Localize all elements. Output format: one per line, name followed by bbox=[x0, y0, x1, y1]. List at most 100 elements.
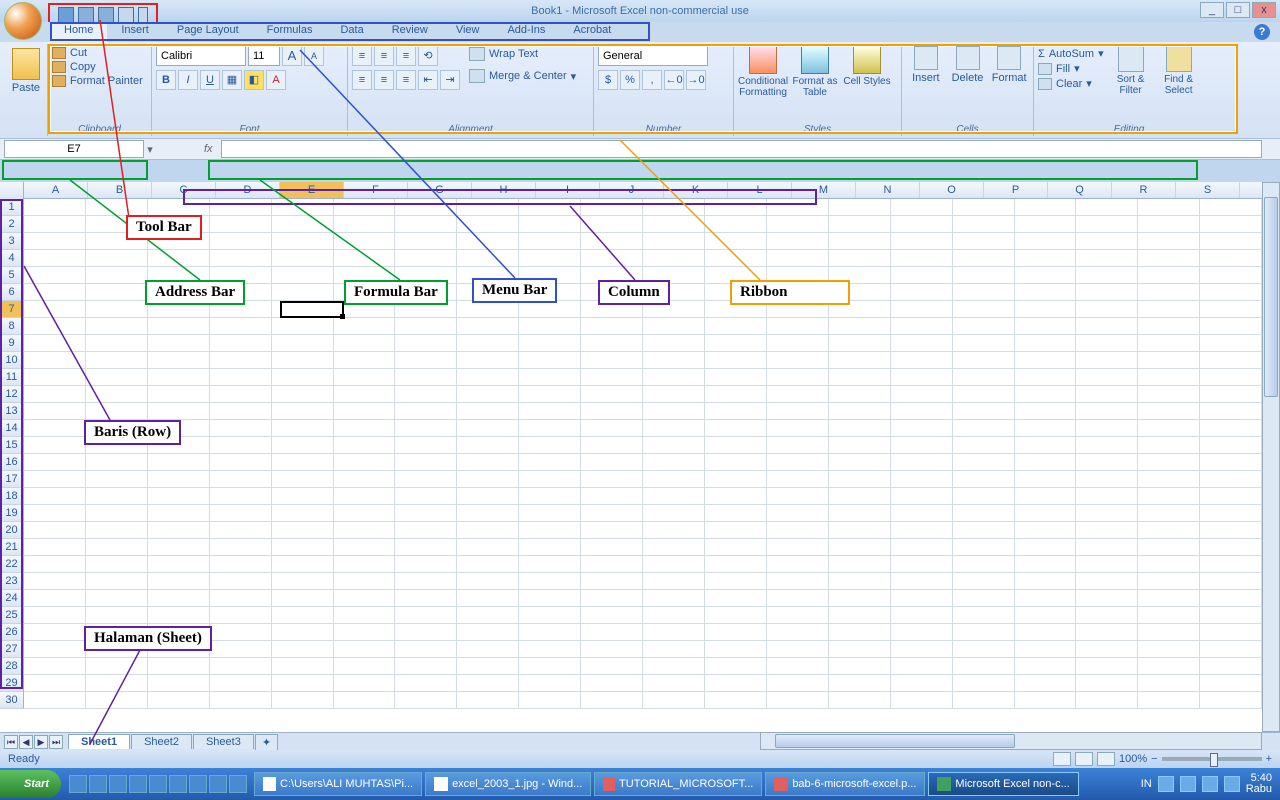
taskbar-item[interactable]: TUTORIAL_MICROSOFT... bbox=[594, 772, 762, 796]
row-header[interactable]: 24 bbox=[0, 590, 24, 607]
col-header[interactable]: P bbox=[984, 182, 1048, 198]
row-header[interactable]: 12 bbox=[0, 386, 24, 403]
shrink-font-button[interactable]: A bbox=[304, 46, 324, 66]
sheet-nav-last[interactable]: ⏭ bbox=[49, 735, 63, 749]
office-button[interactable] bbox=[4, 2, 42, 40]
align-top-button[interactable]: ≡ bbox=[352, 46, 372, 66]
row-header[interactable]: 5 bbox=[0, 267, 24, 284]
view-break-button[interactable] bbox=[1097, 752, 1115, 766]
number-format-select[interactable]: General bbox=[598, 46, 708, 66]
row-header[interactable]: 13 bbox=[0, 403, 24, 420]
formula-input[interactable] bbox=[221, 140, 1262, 158]
row-header[interactable]: 1 bbox=[0, 199, 24, 216]
row-header[interactable]: 28 bbox=[0, 658, 24, 675]
row-header[interactable]: 29 bbox=[0, 675, 24, 692]
col-header[interactable]: Q bbox=[1048, 182, 1112, 198]
sort-filter-button[interactable]: Sort & Filter bbox=[1110, 46, 1152, 96]
fx-icon[interactable]: fx bbox=[196, 143, 221, 155]
row-header[interactable]: 16 bbox=[0, 454, 24, 471]
ql-icon[interactable] bbox=[129, 775, 147, 793]
close-button[interactable]: x bbox=[1252, 2, 1276, 18]
select-all-corner[interactable] bbox=[0, 182, 24, 199]
percent-button[interactable]: % bbox=[620, 70, 640, 90]
taskbar-item[interactable]: excel_2003_1.jpg - Wind... bbox=[425, 772, 591, 796]
row-header[interactable]: 22 bbox=[0, 556, 24, 573]
insert-cells-button[interactable]: Insert bbox=[906, 46, 946, 84]
format-painter-button[interactable]: Format Painter bbox=[52, 74, 147, 88]
copy-button[interactable]: Copy bbox=[52, 60, 147, 74]
underline-button[interactable]: U bbox=[200, 70, 220, 90]
row-header[interactable]: 19 bbox=[0, 505, 24, 522]
border-button[interactable]: ▦ bbox=[222, 70, 242, 90]
maximize-button[interactable]: □ bbox=[1226, 2, 1250, 18]
row-header[interactable]: 4 bbox=[0, 250, 24, 267]
align-left-button[interactable]: ≡ bbox=[352, 70, 372, 90]
col-header[interactable]: F bbox=[344, 182, 408, 198]
view-normal-button[interactable] bbox=[1053, 752, 1071, 766]
name-box[interactable]: E7 bbox=[4, 140, 144, 158]
find-select-button[interactable]: Find & Select bbox=[1158, 46, 1200, 96]
row-header[interactable]: 6 bbox=[0, 284, 24, 301]
row-header[interactable]: 10 bbox=[0, 352, 24, 369]
row-header[interactable]: 8 bbox=[0, 318, 24, 335]
tray-icon[interactable] bbox=[1158, 776, 1174, 792]
vertical-scrollbar[interactable] bbox=[1262, 182, 1280, 732]
cell-styles-button[interactable]: Cell Styles bbox=[842, 46, 892, 98]
ql-icon[interactable] bbox=[229, 775, 247, 793]
row-header[interactable]: 3 bbox=[0, 233, 24, 250]
col-header[interactable]: M bbox=[792, 182, 856, 198]
row-header[interactable]: 15 bbox=[0, 437, 24, 454]
row-header[interactable]: 2 bbox=[0, 216, 24, 233]
tab-acrobat[interactable]: Acrobat bbox=[559, 22, 625, 42]
fill-button[interactable]: Fill ▾ bbox=[1038, 61, 1104, 76]
font-color-button[interactable]: A bbox=[266, 70, 286, 90]
row-header[interactable]: 21 bbox=[0, 539, 24, 556]
row-header[interactable]: 27 bbox=[0, 641, 24, 658]
active-cell[interactable] bbox=[280, 301, 344, 318]
increase-indent-button[interactable]: ⇥ bbox=[440, 70, 460, 90]
ql-icon[interactable] bbox=[69, 775, 87, 793]
increase-decimal-button[interactable]: ←0 bbox=[664, 70, 684, 90]
language-indicator[interactable]: IN bbox=[1141, 778, 1152, 790]
tab-page-layout[interactable]: Page Layout bbox=[163, 22, 253, 42]
tray-icon[interactable] bbox=[1202, 776, 1218, 792]
taskbar-item[interactable]: C:\Users\ALI MUHTAS\Pi... bbox=[254, 772, 422, 796]
save-icon[interactable] bbox=[58, 7, 74, 23]
tab-home[interactable]: Home bbox=[50, 22, 107, 42]
taskbar-item[interactable]: bab-6-microsoft-excel.p... bbox=[765, 772, 925, 796]
row-header[interactable]: 23 bbox=[0, 573, 24, 590]
zoom-in-button[interactable]: + bbox=[1266, 753, 1272, 765]
align-middle-button[interactable]: ≡ bbox=[374, 46, 394, 66]
tab-review[interactable]: Review bbox=[378, 22, 442, 42]
paste-button[interactable]: Paste bbox=[8, 46, 44, 112]
sheet-nav-prev[interactable]: ◀ bbox=[19, 735, 33, 749]
start-button[interactable]: Start bbox=[0, 770, 61, 798]
col-header[interactable]: I bbox=[536, 182, 600, 198]
sheet-tab-1[interactable]: Sheet1 bbox=[68, 734, 130, 749]
new-sheet-button[interactable]: ✦ bbox=[255, 734, 278, 750]
row-header[interactable]: 18 bbox=[0, 488, 24, 505]
clear-button[interactable]: Clear ▾ bbox=[1038, 76, 1104, 91]
qat-more-icon[interactable] bbox=[118, 7, 134, 23]
tab-insert[interactable]: Insert bbox=[107, 22, 163, 42]
ql-icon[interactable] bbox=[149, 775, 167, 793]
cells-area[interactable] bbox=[24, 199, 1262, 732]
tab-data[interactable]: Data bbox=[326, 22, 377, 42]
col-header[interactable]: J bbox=[600, 182, 664, 198]
col-header[interactable]: R bbox=[1112, 182, 1176, 198]
row-header[interactable]: 11 bbox=[0, 369, 24, 386]
col-header[interactable]: B bbox=[88, 182, 152, 198]
merge-center-button[interactable]: Merge & Center ▾ bbox=[468, 68, 577, 84]
dropdown-icon[interactable] bbox=[138, 7, 148, 23]
help-icon[interactable]: ? bbox=[1254, 24, 1270, 40]
ql-icon[interactable] bbox=[109, 775, 127, 793]
namebox-dropdown[interactable]: ▾ bbox=[144, 143, 156, 156]
redo-icon[interactable] bbox=[98, 7, 114, 23]
zoom-out-button[interactable]: − bbox=[1151, 753, 1157, 765]
tab-addins[interactable]: Add-Ins bbox=[493, 22, 559, 42]
grow-font-button[interactable]: A bbox=[282, 46, 302, 66]
format-cells-button[interactable]: Format bbox=[989, 46, 1029, 84]
format-as-table-button[interactable]: Format as Table bbox=[790, 46, 840, 98]
col-header[interactable]: O bbox=[920, 182, 984, 198]
currency-button[interactable]: $ bbox=[598, 70, 618, 90]
